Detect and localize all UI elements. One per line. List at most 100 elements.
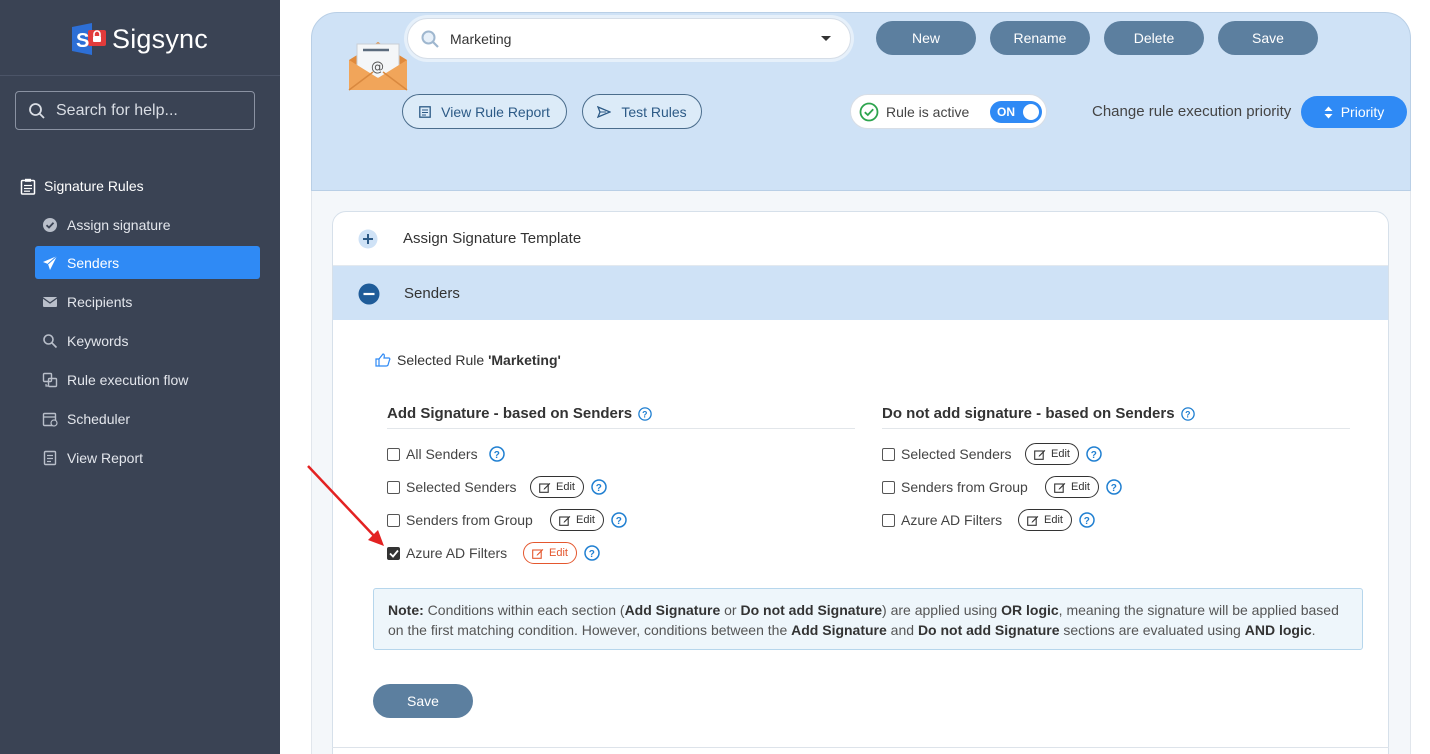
sidebar-item-senders[interactable]: Senders xyxy=(35,246,260,279)
sidebar-item-scheduler[interactable]: Scheduler xyxy=(35,402,260,435)
note-text: ) are applied using xyxy=(882,602,1002,618)
edit-selected-senders-button[interactable]: Edit xyxy=(530,476,584,498)
sidebar-item-assign-signature[interactable]: Assign signature xyxy=(35,208,260,241)
toggle-state-label: ON xyxy=(997,105,1015,119)
logic-note: Note: Conditions within each section (Ad… xyxy=(373,588,1363,650)
selected-rule-prefix: Selected Rule xyxy=(397,352,489,368)
accordion-assign-signature-template[interactable]: Assign Signature Template xyxy=(333,212,1388,266)
edit-icon xyxy=(1034,449,1046,460)
rule-active-label: Rule is active xyxy=(886,103,970,120)
accordion-title: Senders xyxy=(404,284,460,302)
email-envelope-icon: @ xyxy=(347,40,409,99)
help-circle-icon[interactable]: ? xyxy=(1079,512,1095,528)
help-search-placeholder: Search for help... xyxy=(56,101,178,119)
checkbox[interactable] xyxy=(882,480,895,494)
svg-text:?: ? xyxy=(589,549,595,560)
view-rule-report-label: View Rule Report xyxy=(441,103,550,120)
search-icon xyxy=(29,102,45,119)
note-text: sections are evaluated using xyxy=(1059,622,1245,638)
add-option-selected-senders[interactable]: Selected Senders xyxy=(387,476,517,498)
rule-select-value: Marketing xyxy=(450,30,512,47)
edit-icon xyxy=(1027,515,1039,526)
selected-rule-name: 'Marketing' xyxy=(488,352,561,368)
edit-label: Edit xyxy=(549,547,568,559)
help-circle-icon[interactable]: ? xyxy=(1180,406,1195,421)
add-option-all-senders[interactable]: All Senders xyxy=(387,443,478,465)
help-circle-icon[interactable]: ? xyxy=(638,406,652,421)
clipboard-icon xyxy=(20,178,36,195)
checkbox[interactable] xyxy=(882,447,895,461)
help-search-input[interactable]: Search for help... xyxy=(15,91,255,130)
help-circle-icon[interactable]: ? xyxy=(591,479,607,495)
add-option-azure-ad-filters[interactable]: Azure AD Filters xyxy=(387,542,507,564)
note-text: or xyxy=(720,602,741,618)
option-label: Azure AD Filters xyxy=(406,545,508,561)
edit-not-selected-senders-button[interactable]: Edit xyxy=(1025,443,1079,465)
edit-label: Edit xyxy=(1044,514,1063,526)
help-circle-icon[interactable]: ? xyxy=(584,545,600,561)
accordion-title: Assign Signature Template xyxy=(403,230,582,247)
sidebar-divider xyxy=(0,75,280,76)
edit-not-senders-from-group-button[interactable]: Edit xyxy=(1045,476,1099,498)
test-rules-button[interactable]: Test Rules xyxy=(582,94,702,129)
rule-select-dropdown[interactable]: Marketing xyxy=(407,18,851,59)
svg-text:?: ? xyxy=(494,450,500,461)
svg-text:?: ? xyxy=(642,409,647,419)
help-circle-icon[interactable]: ? xyxy=(489,446,505,462)
save-senders-button[interactable]: Save xyxy=(373,684,473,718)
priority-button[interactable]: Priority xyxy=(1301,96,1407,128)
test-rules-label: Test Rules xyxy=(621,103,687,120)
sidebar-item-label: Assign signature xyxy=(67,216,171,233)
section-title-text: Add Signature - based on Senders xyxy=(387,405,633,422)
rule-active-toggle[interactable]: ON xyxy=(990,101,1042,123)
sidebar-item-recipients[interactable]: Recipients xyxy=(35,285,260,318)
not-add-option-senders-from-group[interactable]: Senders from Group xyxy=(882,476,1028,498)
delete-rule-button[interactable]: Delete xyxy=(1104,21,1204,55)
section-divider xyxy=(882,428,1350,429)
not-add-option-azure-ad-filters[interactable]: Azure AD Filters xyxy=(882,509,1002,531)
help-circle-icon[interactable]: ? xyxy=(1106,479,1122,495)
checkbox[interactable] xyxy=(882,513,895,527)
edit-label: Edit xyxy=(556,481,575,493)
check-circle-icon xyxy=(41,216,59,234)
sidebar-item-rule-execution-flow[interactable]: Rule execution flow xyxy=(35,363,260,396)
sidebar-section-signature-rules[interactable]: Signature Rules xyxy=(20,176,144,196)
option-label: Selected Senders xyxy=(901,446,1012,462)
edit-not-azure-ad-filters-button[interactable]: Edit xyxy=(1018,509,1072,531)
envelope-icon xyxy=(41,293,59,311)
note-text: Conditions within each section ( xyxy=(423,602,625,618)
view-rule-report-button[interactable]: View Rule Report xyxy=(402,94,567,129)
add-option-senders-from-group[interactable]: Senders from Group xyxy=(387,509,533,531)
sidebar-item-label: Recipients xyxy=(67,293,133,310)
edit-azure-ad-filters-button[interactable]: Edit xyxy=(523,542,577,564)
sidebar-item-keywords[interactable]: Keywords xyxy=(35,324,260,357)
send-icon xyxy=(597,105,612,118)
checkbox[interactable] xyxy=(387,447,400,461)
help-circle-icon[interactable]: ? xyxy=(611,512,627,528)
rule-active-control: Rule is active ON xyxy=(850,94,1047,129)
sidebar-item-label: Rule execution flow xyxy=(67,371,189,388)
edit-icon xyxy=(539,482,551,493)
svg-text:?: ? xyxy=(1185,409,1190,419)
edit-senders-from-group-button[interactable]: Edit xyxy=(550,509,604,531)
note-emphasis: Do not add Signature xyxy=(917,622,1060,638)
help-circle-icon[interactable]: ? xyxy=(1086,446,1102,462)
rename-rule-button[interactable]: Rename xyxy=(990,21,1090,55)
new-rule-button[interactable]: New xyxy=(876,21,976,55)
note-label: Note: xyxy=(388,602,424,618)
edit-icon xyxy=(1054,482,1066,493)
logo[interactable]: S Sigsync xyxy=(70,20,208,58)
priority-button-label: Priority xyxy=(1340,104,1385,120)
accordion-senders[interactable]: Senders xyxy=(333,266,1388,320)
do-not-add-signature-section-title: Do not add signature - based on Senders … xyxy=(882,405,1195,422)
save-rule-button[interactable]: Save xyxy=(1218,21,1318,55)
edit-icon xyxy=(532,548,544,559)
note-emphasis: Do not add Signature xyxy=(740,602,883,618)
minus-circle-icon xyxy=(358,283,380,305)
not-add-option-selected-senders[interactable]: Selected Senders xyxy=(882,443,1012,465)
note-text: . xyxy=(1311,622,1316,638)
toggle-knob xyxy=(1023,104,1039,120)
sidebar-item-view-report[interactable]: View Report xyxy=(35,441,260,474)
sidebar-item-label: Keywords xyxy=(67,332,129,349)
option-label: All Senders xyxy=(406,446,478,462)
